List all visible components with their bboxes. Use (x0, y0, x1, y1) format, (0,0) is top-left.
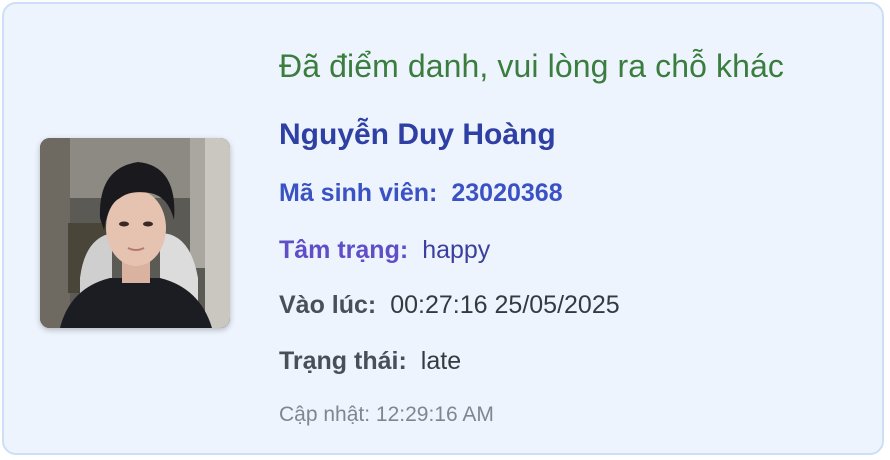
student-photo (40, 138, 230, 328)
checkin-time-label: Vào lúc: (279, 291, 377, 319)
state-row: Trạng thái: late (279, 347, 461, 376)
status-message: Đã điểm danh, vui lòng ra chỗ khác (279, 48, 785, 84)
student-photo-image (40, 138, 230, 328)
updated-timestamp: Cập nhật: 12:29:16 AM (279, 403, 494, 426)
mood-row: Tâm trạng: happy (279, 236, 490, 265)
student-name: Nguyễn Duy Hoàng (279, 118, 556, 151)
student-id-row: Mã sinh viên: 23020368 (279, 179, 563, 208)
student-id-label: Mã sinh viên: (279, 179, 438, 207)
mood-label: Tâm trạng: (279, 236, 409, 264)
checkin-time-value: 00:27:16 25/05/2025 (390, 291, 620, 319)
checkin-time-row: Vào lúc: 00:27:16 25/05/2025 (279, 291, 620, 320)
state-label: Trạng thái: (279, 347, 407, 375)
mood-value: happy (422, 236, 491, 264)
student-id-value: 23020368 (451, 179, 563, 207)
state-value: late (420, 347, 462, 375)
attendance-card: Đã điểm danh, vui lòng ra chỗ khác Nguyễ… (2, 2, 884, 455)
